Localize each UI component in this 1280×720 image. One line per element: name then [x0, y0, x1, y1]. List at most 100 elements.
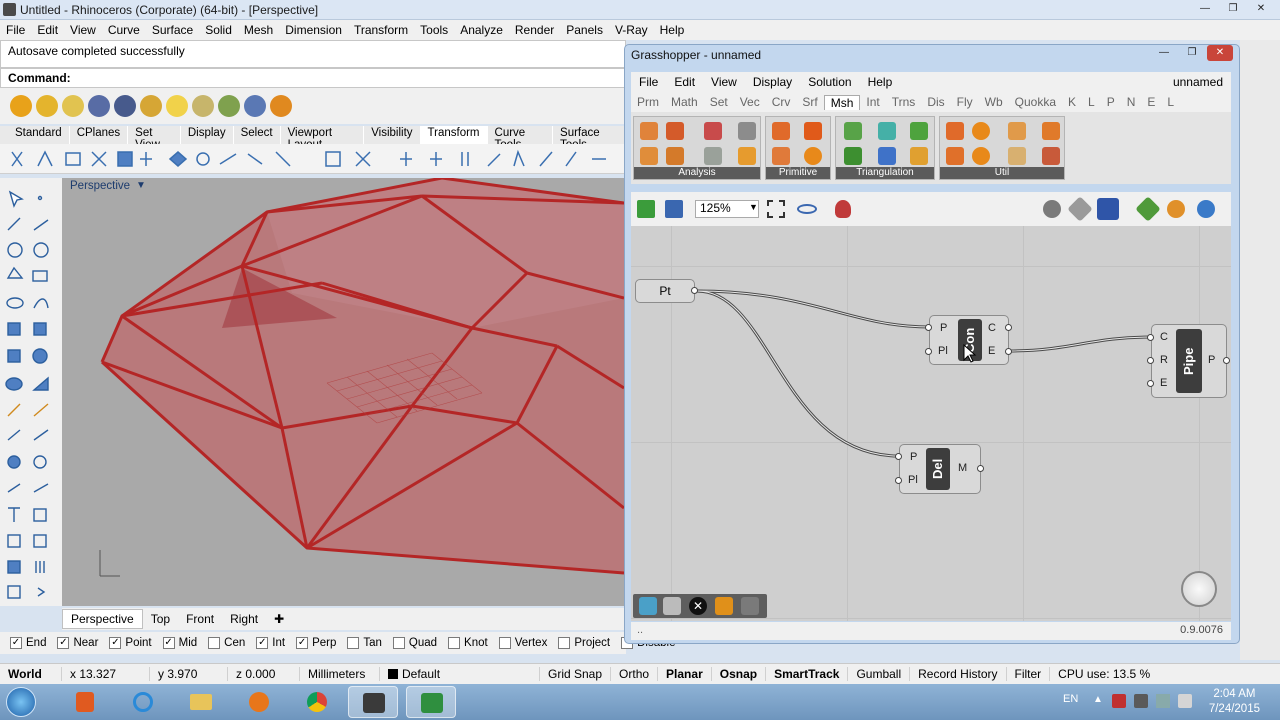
- mesh-box-icon[interactable]: [666, 147, 684, 165]
- menu-dimension[interactable]: Dimension: [279, 23, 348, 37]
- taskbar-chrome[interactable]: [292, 686, 342, 718]
- mesh-unify-icon[interactable]: [1008, 147, 1026, 165]
- deconstruct-mesh-icon[interactable]: [640, 147, 658, 165]
- command-prompt[interactable]: Command:: [0, 68, 626, 88]
- menu-curve[interactable]: Curve: [102, 23, 146, 37]
- gh-cat-msh[interactable]: Msh: [823, 94, 861, 110]
- zoom-extents-icon[interactable]: [767, 200, 785, 218]
- maximize-button[interactable]: ❐: [1220, 1, 1246, 17]
- menu-view[interactable]: View: [64, 23, 102, 37]
- component-del[interactable]: P Pl Del M: [899, 444, 981, 494]
- mesh-flip-icon[interactable]: [946, 147, 964, 165]
- taskbar-rhino[interactable]: [348, 686, 398, 718]
- osnap-checkbox[interactable]: ✓: [109, 637, 122, 649]
- gh-cat-crv[interactable]: Crv: [766, 95, 797, 109]
- navigation-compass-icon[interactable]: [1181, 571, 1217, 607]
- taskbar-firefox[interactable]: [234, 686, 284, 718]
- gh-cat-quokka[interactable]: Quokka: [1009, 95, 1062, 109]
- osnap-checkbox[interactable]: ✓: [57, 637, 70, 649]
- mesh-closest-icon[interactable]: [704, 122, 722, 140]
- osnap-mid[interactable]: ✓ Mid: [162, 637, 197, 649]
- vtab-perspective[interactable]: Perspective: [62, 609, 143, 629]
- component-pt[interactable]: Pt: [635, 279, 695, 303]
- gh-menu-file[interactable]: File: [631, 75, 666, 89]
- osnap-near[interactable]: ✓ Near: [57, 637, 98, 649]
- menu-vray[interactable]: V-Ray: [609, 23, 654, 37]
- gh-cat-fly[interactable]: Fly: [951, 95, 979, 109]
- con-output-grip[interactable]: [1005, 324, 1012, 331]
- con-output-grip[interactable]: [1005, 348, 1012, 355]
- osnap-checkbox[interactable]: [498, 637, 511, 649]
- gh-cat-n[interactable]: N: [1121, 95, 1142, 109]
- add-viewport-icon[interactable]: ✚: [266, 610, 292, 628]
- tab-cplanes[interactable]: CPlanes: [70, 126, 129, 144]
- gh-minimize-button[interactable]: —: [1151, 45, 1177, 61]
- tab-display[interactable]: Display: [181, 126, 234, 144]
- menu-solid[interactable]: Solid: [199, 23, 238, 37]
- osnap-perp[interactable]: ✓ Perp: [296, 637, 336, 649]
- taskbar-file-explorer[interactable]: [176, 686, 226, 718]
- widget-sketch-icon[interactable]: [639, 597, 657, 615]
- tray-power-icon[interactable]: [1178, 694, 1192, 708]
- vtab-right[interactable]: Right: [222, 610, 266, 628]
- m-icon[interactable]: [10, 95, 32, 117]
- osnap-checkbox[interactable]: [347, 637, 360, 649]
- tray-flag-icon[interactable]: [1112, 694, 1126, 708]
- pipe-input-r[interactable]: R: [1160, 354, 1168, 366]
- menu-file[interactable]: File: [0, 23, 31, 37]
- pipe-output-grip[interactable]: [1223, 357, 1230, 364]
- osnap-tan[interactable]: Tan: [347, 637, 382, 649]
- viewport-label[interactable]: Perspective: [68, 180, 132, 192]
- transform-tool-icons[interactable]: [0, 144, 626, 174]
- mesh-weld-icon[interactable]: [1042, 122, 1060, 140]
- substrate-icon[interactable]: [910, 147, 928, 165]
- tab-viewport-layout[interactable]: Viewport Layout: [281, 126, 365, 151]
- mesh-eval-icon[interactable]: [738, 122, 756, 140]
- zoom-dropdown-icon[interactable]: ▼: [749, 202, 758, 212]
- mesh-join-icon[interactable]: [946, 122, 964, 140]
- gh-menu-solution[interactable]: Solution: [800, 75, 859, 89]
- menu-tools[interactable]: Tools: [414, 23, 454, 37]
- osnap-checkbox[interactable]: [558, 637, 571, 649]
- cplane-status[interactable]: World: [0, 667, 62, 681]
- osnap-checkbox[interactable]: ✓: [296, 637, 309, 649]
- tab-set-view[interactable]: Set View: [128, 126, 181, 151]
- gh-cat-dis[interactable]: Dis: [921, 95, 950, 109]
- del-input-grip[interactable]: [895, 477, 902, 484]
- menu-panels[interactable]: Panels: [560, 23, 609, 37]
- del-input-pl[interactable]: Pl: [908, 474, 918, 486]
- osnap-knot[interactable]: Knot: [448, 637, 488, 649]
- mesh-brep-icon[interactable]: [772, 147, 790, 165]
- pipe-input-e[interactable]: E: [1160, 377, 1167, 389]
- sketch-icon[interactable]: [835, 200, 851, 218]
- delaunay-mesh-icon[interactable]: [844, 147, 862, 165]
- tab-surface-tools[interactable]: Surface Tools: [553, 126, 626, 151]
- start-button[interactable]: [6, 687, 36, 717]
- gh-menu-help[interactable]: Help: [860, 75, 901, 89]
- osnap-checkbox[interactable]: [392, 637, 405, 649]
- osnap-cen[interactable]: Cen: [208, 637, 245, 649]
- gh-maximize-button[interactable]: ❐: [1179, 45, 1205, 61]
- con-input-p[interactable]: P: [940, 322, 947, 334]
- vtab-top[interactable]: Top: [143, 610, 178, 628]
- gh-close-button[interactable]: ✕: [1207, 45, 1233, 61]
- menu-render[interactable]: Render: [509, 23, 560, 37]
- gh-cat-prm[interactable]: Prm: [631, 95, 665, 109]
- component-pipe[interactable]: C R E Pipe P: [1151, 324, 1227, 398]
- tray-network-icon[interactable]: [1134, 694, 1148, 708]
- help-icon[interactable]: [244, 95, 266, 117]
- rhino-right-panel[interactable]: [1240, 40, 1280, 660]
- gumball-toggle[interactable]: Gumball: [848, 667, 911, 681]
- widget-bake-icon[interactable]: [715, 597, 733, 615]
- tray-volume-icon[interactable]: [1156, 694, 1170, 708]
- gh-cat-set[interactable]: Set: [704, 95, 734, 109]
- menu-mesh[interactable]: Mesh: [238, 23, 279, 37]
- grid-snap-toggle[interactable]: Grid Snap: [540, 667, 612, 681]
- display-mode-icon[interactable]: [1197, 200, 1215, 218]
- del-input-p[interactable]: P: [910, 451, 917, 463]
- osnap-checkbox[interactable]: [448, 637, 461, 649]
- target-icon[interactable]: [270, 95, 292, 117]
- widget-select-icon[interactable]: [663, 597, 681, 615]
- taskbar-camtasia[interactable]: [406, 686, 456, 718]
- pipe-input-grip[interactable]: [1147, 380, 1154, 387]
